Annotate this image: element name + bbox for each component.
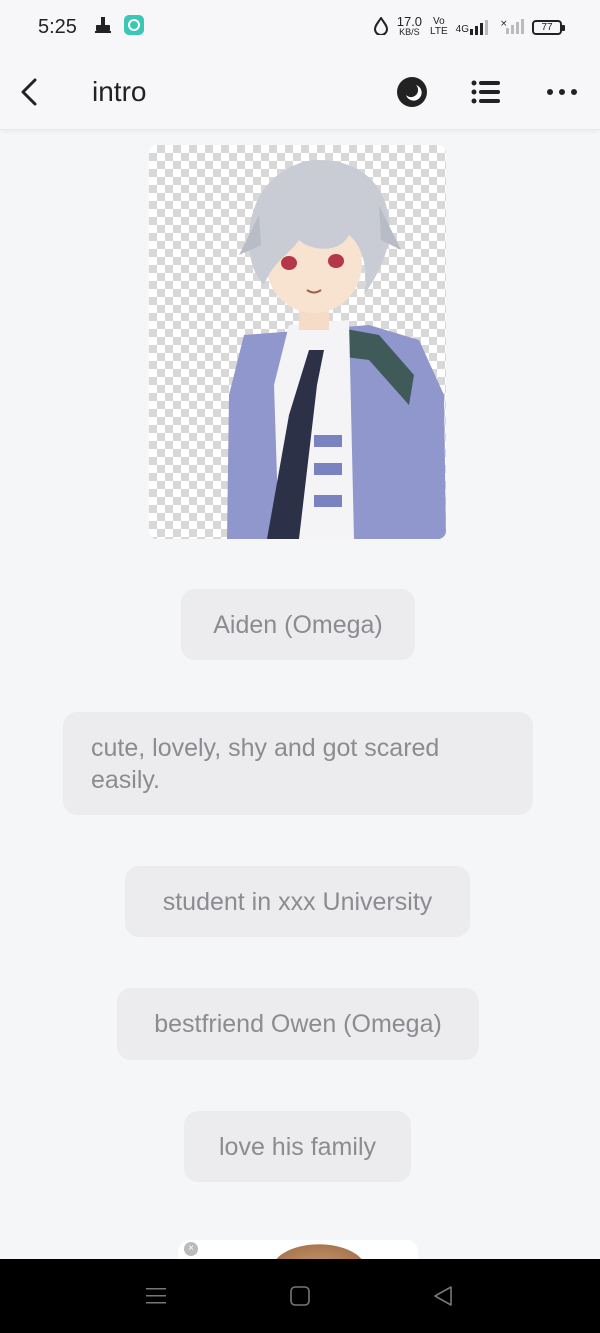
net-speed: 17.0 KB/S [396, 14, 423, 37]
bestfriend-bubble[interactable]: bestfriend Owen (Omega) [117, 988, 479, 1060]
network-type: 4G [455, 24, 469, 35]
theme-button[interactable] [392, 72, 432, 112]
signal-icon [470, 20, 488, 35]
name-bubble[interactable]: Aiden (Omega) [181, 589, 415, 660]
status-right: 17.0 KB/S Vo LTE 4G × 77 [373, 14, 565, 38]
more-button[interactable] [542, 72, 582, 112]
volte-indicator: Vo LTE [430, 17, 448, 37]
family-bubble[interactable]: love his family [184, 1111, 411, 1182]
bubble-text: cute, lovely, shy and got scared easily. [91, 733, 440, 794]
menu-icon [146, 1288, 166, 1304]
more-horizontal-icon [547, 89, 577, 95]
battery-icon: 77 [532, 19, 565, 35]
bubble-text: bestfriend Owen (Omega) [154, 1010, 442, 1038]
school-bubble[interactable]: student in xxx University [125, 866, 470, 937]
list-button[interactable] [466, 72, 506, 112]
personality-bubble[interactable]: cute, lovely, shy and got scared easily. [63, 712, 533, 815]
bubble-text: Aiden (Omega) [213, 610, 383, 639]
status-bar: 5:25 17.0 KB/S Vo LTE 4G × 77 [0, 0, 600, 54]
close-icon[interactable]: × [184, 1242, 198, 1256]
status-time: 5:25 [38, 15, 77, 38]
nav-menu-button[interactable] [139, 1281, 173, 1311]
app-bar: intro [0, 54, 600, 130]
signal-empty-icon: × [500, 18, 524, 37]
triangle-back-icon [434, 1286, 452, 1306]
volte-bottom: LTE [430, 26, 448, 37]
list-icon [471, 80, 500, 104]
cleaner-icon [93, 15, 113, 40]
moon-icon [397, 77, 427, 107]
square-icon [290, 1286, 310, 1306]
net-speed-unit: KB/S [399, 27, 420, 37]
nav-home-button[interactable] [283, 1281, 317, 1311]
svg-text:×: × [500, 19, 508, 29]
signal-4g: 4G [456, 19, 492, 35]
character-image[interactable] [149, 145, 446, 539]
nav-back-button[interactable] [426, 1281, 460, 1311]
bubble-text: student in xxx University [162, 887, 433, 916]
status-left-icons [93, 14, 145, 41]
system-nav-bar [0, 1259, 600, 1333]
app-notification-icon [123, 14, 145, 41]
back-button[interactable] [14, 72, 44, 112]
page-title: intro [92, 76, 147, 107]
bubble-text: love his family [219, 1132, 376, 1161]
drop-icon [373, 15, 389, 38]
chevron-left-icon [21, 78, 37, 106]
net-speed-value: 17.0 [396, 14, 423, 29]
